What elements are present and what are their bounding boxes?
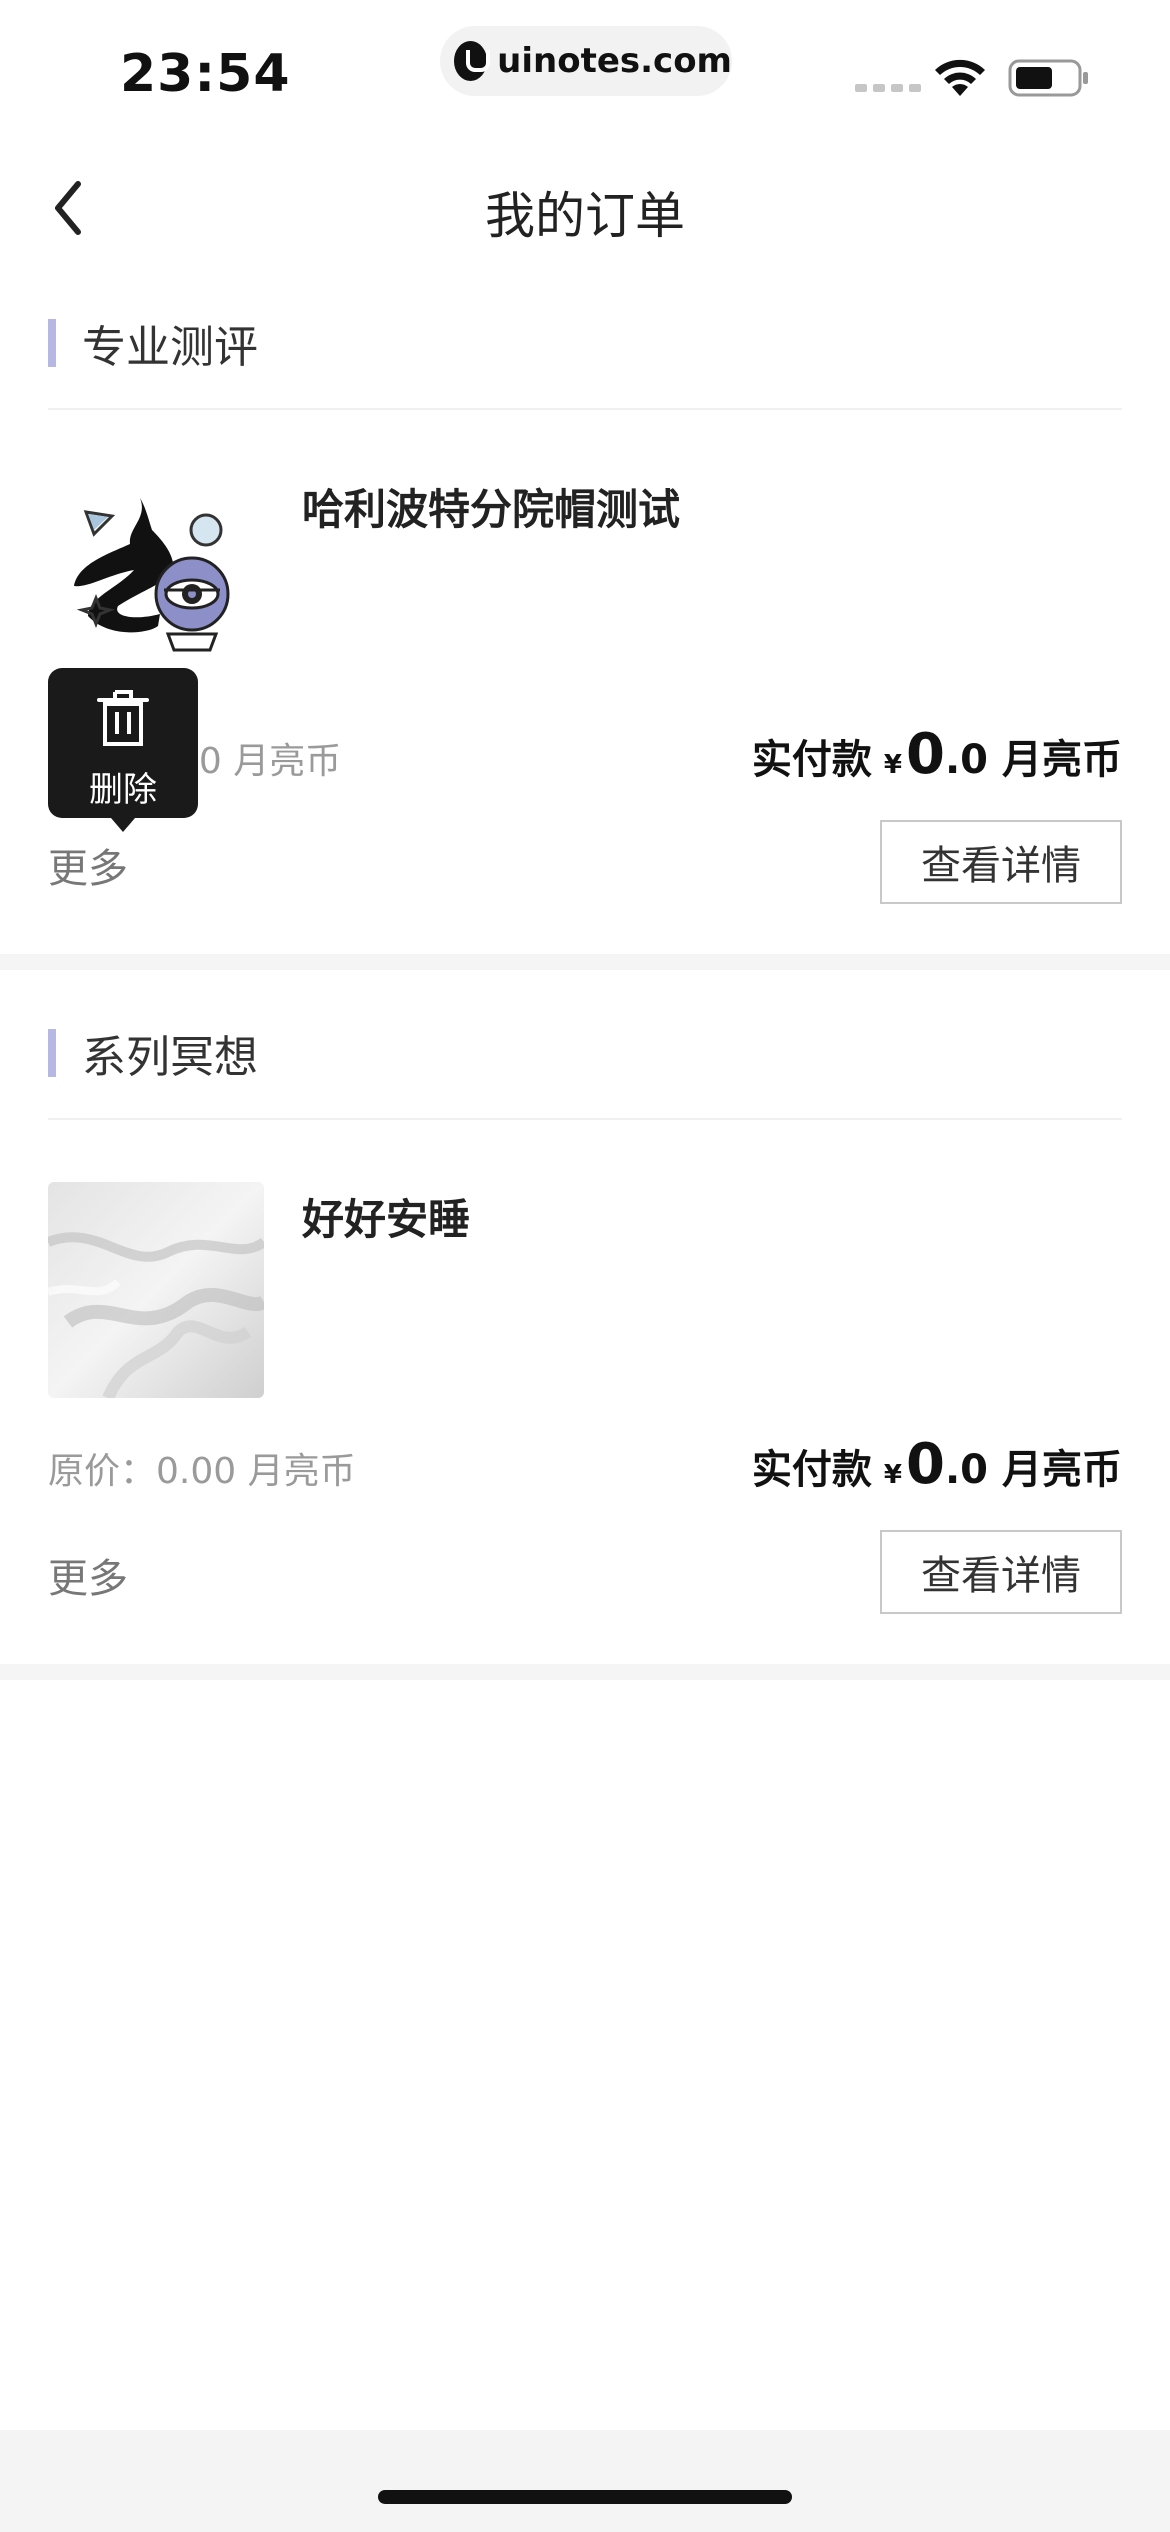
section-accent-bar — [48, 1029, 56, 1077]
delete-label: 删除 — [89, 770, 157, 810]
section-header: 系列冥想 — [48, 1008, 258, 1098]
battery-icon — [1008, 59, 1088, 97]
more-button[interactable]: 更多 — [48, 1546, 128, 1604]
paid-amount-integer: 0 — [906, 722, 945, 787]
paid-unit: 月亮币 — [1002, 1447, 1122, 1493]
currency-symbol: ¥ — [883, 1460, 902, 1490]
order-card: 专业测评 哈利波特分院帽测试 00 月亮币 实付款 ¥ 0.0 月亮币 更多 查… — [0, 298, 1170, 950]
cellular-signal-icon — [855, 84, 921, 92]
section-separator — [0, 954, 1170, 970]
status-bar: 23:54 uinotes.com — [0, 0, 1170, 140]
more-button[interactable]: 更多 — [48, 836, 128, 894]
section-header: 专业测评 — [48, 298, 258, 388]
bottom-safe-area — [0, 2430, 1170, 2532]
order-item-title[interactable]: 好好安睡 — [302, 1186, 470, 1247]
url-text: uinotes.com — [497, 41, 732, 81]
sorting-hat-thumbnail[interactable] — [48, 458, 264, 674]
section-title: 系列冥想 — [82, 1032, 258, 1083]
divider — [48, 1118, 1122, 1120]
order-item-title[interactable]: 哈利波特分院帽测试 — [302, 476, 680, 537]
status-time: 23:54 — [120, 44, 291, 104]
trash-icon — [97, 690, 149, 746]
paid-amount: 0.0 — [906, 1432, 988, 1497]
paid-amount-row: 实付款 ¥ 0.0 月亮币 — [752, 1432, 1122, 1497]
site-logo-icon — [454, 41, 491, 81]
section-separator — [0, 1664, 1170, 1680]
section-accent-bar — [48, 319, 56, 367]
original-price: 00 月亮币 — [176, 741, 342, 782]
view-details-button[interactable]: 查看详情 — [880, 1530, 1122, 1614]
delete-tooltip[interactable]: 删除 — [48, 668, 198, 832]
paid-amount-decimal: .0 — [944, 1447, 988, 1493]
wifi-icon — [935, 59, 985, 96]
original-price: 原价：0.00 月亮币 — [48, 1451, 356, 1492]
view-details-button[interactable]: 查看详情 — [880, 820, 1122, 904]
paid-amount-row: 实付款 ¥ 0.0 月亮币 — [752, 722, 1122, 787]
order-card: 系列冥想 好好安睡 原价：0.00 月亮币 实付款 ¥ 0.0 月亮币 更多 查… — [0, 1008, 1170, 1660]
currency-symbol: ¥ — [883, 750, 902, 780]
nav-bar: 我的订单 — [0, 140, 1170, 270]
section-title: 专业测评 — [82, 322, 258, 373]
divider — [48, 408, 1122, 410]
paid-label: 实付款 — [751, 1447, 872, 1493]
page-title: 我的订单 — [485, 187, 685, 245]
paid-label: 实付款 — [751, 737, 872, 783]
paid-amount-decimal: .0 — [944, 737, 988, 783]
paid-amount-integer: 0 — [906, 1432, 945, 1497]
home-indicator[interactable] — [378, 2490, 792, 2504]
paid-unit: 月亮币 — [1002, 737, 1122, 783]
paid-amount: 0.0 — [906, 722, 988, 787]
bedsheet-thumbnail[interactable] — [48, 1182, 264, 1398]
url-pill[interactable]: uinotes.com — [440, 26, 732, 96]
